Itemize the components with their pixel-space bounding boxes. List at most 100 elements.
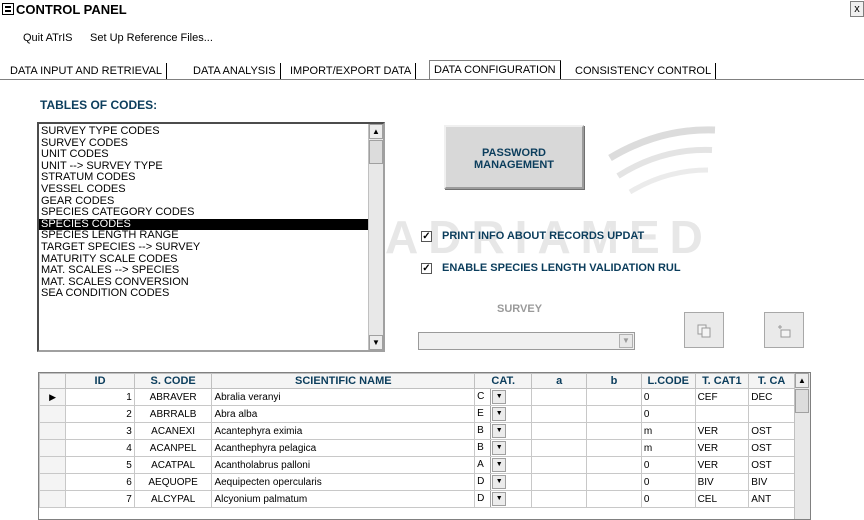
scroll-up-icon[interactable]: ▲ [369, 124, 383, 139]
cell-lcode[interactable]: 0 [640, 473, 696, 491]
tab-data-input-retrieval[interactable]: DATA INPUT AND RETRIEVAL [6, 63, 167, 80]
table-row[interactable]: 2 ABRRALB Abra alba E ▼ 0 [39, 405, 795, 423]
menu-quit[interactable]: Quit ATrIS [23, 31, 73, 45]
cell-scientific-name[interactable]: Abralia veranyi [211, 388, 476, 406]
table-row[interactable]: 6 AEQUOPE Aequipecten opercularis D ▼ 0 BIV BIV [39, 473, 795, 491]
tab-data-analysis[interactable]: DATA ANALYSIS [189, 63, 281, 80]
window-menu-icon[interactable] [2, 3, 14, 15]
cell-b[interactable] [586, 456, 642, 474]
print-info-checkbox[interactable]: ✓ [421, 231, 432, 242]
cell-tcat2[interactable]: BIV [748, 473, 795, 491]
cell-b[interactable] [586, 422, 642, 440]
grid-scroll-thumb[interactable] [795, 389, 809, 413]
cell-b[interactable] [586, 473, 642, 491]
col-header-b[interactable]: b [586, 373, 642, 389]
cell-lcode[interactable]: 0 [640, 405, 696, 423]
list-item[interactable]: SPECIES CATEGORY CODES [39, 207, 370, 219]
cell-scientific-name[interactable]: Acanthephyra pelagica [211, 439, 476, 457]
list-item[interactable]: MAT. SCALES --> SPECIES [39, 265, 370, 277]
chevron-down-icon[interactable]: ▼ [492, 407, 507, 421]
cell-tcat1[interactable] [694, 405, 750, 423]
cell-tcat1[interactable]: VER [694, 439, 750, 457]
row-selector[interactable] [39, 490, 67, 508]
chevron-down-icon[interactable]: ▼ [492, 458, 507, 472]
col-header-scode[interactable]: S. CODE [133, 373, 213, 389]
cell-lcode[interactable]: 0 [640, 456, 696, 474]
cell-scode[interactable]: ABRRALB [133, 405, 213, 423]
row-selector[interactable]: ▶ [39, 388, 67, 406]
row-selector[interactable] [39, 422, 67, 440]
cell-tcat2[interactable]: OST [748, 422, 795, 440]
list-item[interactable]: TARGET SPECIES --> SURVEY [39, 241, 370, 254]
col-header-tcat2[interactable]: T. CA [748, 373, 795, 389]
cell-tcat1[interactable]: VER [694, 422, 750, 440]
copy-button[interactable] [684, 312, 724, 348]
cell-a[interactable] [531, 388, 588, 406]
cell-lcode[interactable]: 0 [640, 490, 696, 508]
scroll-thumb[interactable] [369, 140, 383, 164]
row-selector[interactable] [39, 473, 67, 491]
cell-id[interactable]: 1 [65, 388, 135, 406]
cell-tcat2[interactable]: OST [748, 439, 795, 457]
cell-scientific-name[interactable]: Aequipecten opercularis [211, 473, 476, 491]
cell-cat[interactable]: D ▼ [474, 490, 533, 508]
cell-tcat1[interactable]: CEL [694, 490, 750, 508]
cell-cat[interactable]: B ▼ [474, 439, 533, 457]
tables-of-codes-list[interactable]: SURVEY TYPE CODES SURVEY CODES UNIT CODES U… [37, 122, 385, 352]
chevron-down-icon[interactable]: ▼ [492, 441, 507, 455]
password-management-button[interactable]: PASSWORD MANAGEMENT [444, 125, 584, 189]
cell-tcat2[interactable]: ANT [748, 490, 795, 508]
menu-setup-reference-files[interactable]: Set Up Reference Files... [90, 31, 213, 45]
cell-tcat2[interactable]: DEC [748, 388, 795, 406]
grid-scroll-up-icon[interactable]: ▲ [795, 373, 809, 388]
cell-tcat2[interactable]: OST [748, 456, 795, 474]
cell-cat[interactable]: D ▼ [474, 473, 533, 491]
cell-b[interactable] [586, 388, 642, 406]
chevron-down-icon[interactable]: ▼ [492, 424, 507, 438]
cell-scode[interactable]: ALCYPAL [133, 490, 213, 508]
col-header-a[interactable]: a [531, 373, 588, 389]
cell-scode[interactable]: ACATPAL [133, 456, 213, 474]
row-selector[interactable] [39, 405, 67, 423]
cell-scode[interactable]: ACANEXI [133, 422, 213, 440]
survey-combo[interactable]: ▼ [418, 332, 635, 350]
cell-scientific-name[interactable]: Alcyonium palmatum [211, 490, 476, 508]
cell-tcat1[interactable]: CEF [694, 388, 750, 406]
list-item[interactable]: SEA CONDITION CODES [39, 288, 370, 300]
cell-scientific-name[interactable]: Abra alba [211, 405, 476, 423]
cell-lcode[interactable]: 0 [640, 388, 696, 406]
cell-a[interactable] [531, 456, 588, 474]
cell-id[interactable]: 4 [65, 439, 135, 457]
cell-scode[interactable]: ABRAVER [133, 388, 213, 406]
cell-tcat1[interactable]: VER [694, 456, 750, 474]
species-codes-grid[interactable]: ID S. CODE SCIENTIFIC NAME CAT. a b L.CO… [38, 372, 811, 520]
cell-tcat1[interactable]: BIV [694, 473, 750, 491]
cell-id[interactable]: 7 [65, 490, 135, 508]
cell-scientific-name[interactable]: Acantephyra eximia [211, 422, 476, 440]
cell-b[interactable] [586, 490, 642, 508]
scroll-down-icon[interactable]: ▼ [369, 335, 383, 350]
cell-b[interactable] [586, 439, 642, 457]
cell-id[interactable]: 5 [65, 456, 135, 474]
cell-cat[interactable]: B ▼ [474, 422, 533, 440]
col-header-scientific-name[interactable]: SCIENTIFIC NAME [211, 373, 476, 389]
cell-lcode[interactable]: m [640, 422, 696, 440]
tab-consistency-control[interactable]: CONSISTENCY CONTROL [571, 63, 717, 80]
list-item[interactable]: VESSEL CODES [39, 183, 370, 196]
cell-scode[interactable]: ACANPEL [133, 439, 213, 457]
grid-scrollbar[interactable]: ▲ [794, 373, 810, 519]
new-record-button[interactable] [764, 312, 804, 348]
col-header-id[interactable]: ID [65, 373, 135, 389]
chevron-down-icon[interactable]: ▼ [492, 492, 507, 506]
close-button[interactable]: x [850, 1, 864, 17]
col-header-lcode[interactable]: L.CODE [640, 373, 696, 389]
table-row[interactable]: ▶ 1 ABRAVER Abralia veranyi C ▼ 0 CEF DEC [39, 388, 795, 406]
list-item[interactable]: SURVEY TYPE CODES [39, 125, 370, 138]
cell-a[interactable] [531, 490, 588, 508]
cell-lcode[interactable]: m [640, 439, 696, 457]
cell-b[interactable] [586, 405, 642, 423]
cell-cat[interactable]: E ▼ [474, 405, 533, 423]
chevron-down-icon[interactable]: ▼ [492, 475, 507, 489]
table-row[interactable]: 3 ACANEXI Acantephyra eximia B ▼ m VER OST [39, 422, 795, 440]
table-row[interactable]: 5 ACATPAL Acantholabrus palloni A ▼ 0 VER OST [39, 456, 795, 474]
